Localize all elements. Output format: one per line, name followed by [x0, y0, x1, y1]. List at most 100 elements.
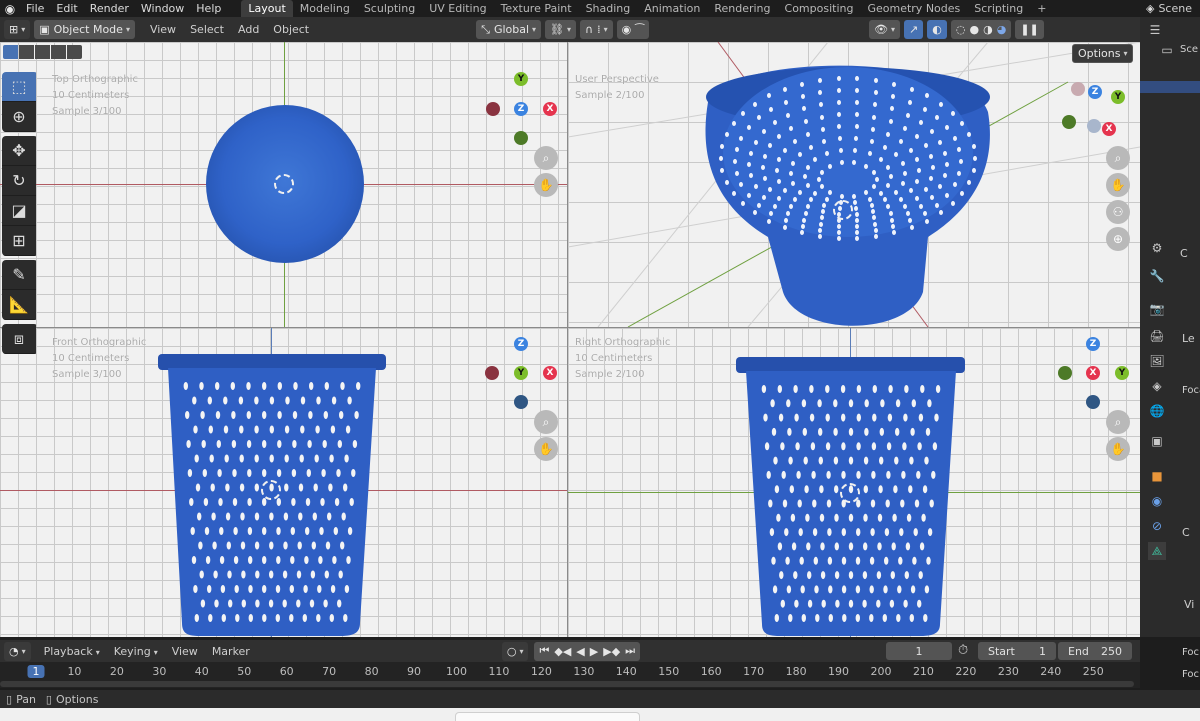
gizmo-neg-y[interactable]: [514, 131, 528, 145]
basket-right-view[interactable]: [568, 328, 1140, 637]
gizmo-neg-y[interactable]: [1058, 366, 1072, 380]
gizmo-neg-y[interactable]: [1062, 115, 1076, 129]
gizmo-z[interactable]: Z: [1088, 85, 1102, 99]
transform-tool-icon[interactable]: ⊞: [2, 226, 36, 256]
measure-tool-icon[interactable]: 📐: [2, 290, 36, 320]
end-frame-field[interactable]: End 250: [1058, 642, 1132, 660]
play-icon[interactable]: ▶: [590, 645, 598, 658]
gizmo-y[interactable]: Y: [1111, 90, 1125, 104]
menu-playback[interactable]: Playback ▾: [37, 645, 107, 658]
pivot-button[interactable]: ⛓ ▾: [545, 20, 577, 39]
gizmo-z[interactable]: Z: [514, 337, 528, 351]
visibility-button[interactable]: 👁 ▾: [869, 20, 901, 39]
tab-modeling[interactable]: Modeling: [293, 0, 357, 17]
tab-animation[interactable]: Animation: [637, 0, 707, 17]
tab-layout[interactable]: Layout: [241, 0, 293, 17]
menu-keying[interactable]: Keying ▾: [107, 645, 165, 658]
current-frame-field[interactable]: 1: [886, 642, 952, 660]
options-button[interactable]: Options ▾: [1072, 44, 1134, 63]
gizmo-neg-x[interactable]: [1071, 82, 1085, 96]
menu-add[interactable]: Add: [231, 23, 266, 36]
menu-window[interactable]: Window: [135, 2, 190, 15]
select-subtract-icon[interactable]: [35, 45, 50, 59]
zoom-icon[interactable]: ⌕: [534, 410, 558, 434]
menu-edit[interactable]: Edit: [50, 2, 83, 15]
tab-geometry-nodes[interactable]: Geometry Nodes: [860, 0, 967, 17]
autokey-button[interactable]: ○ ▾: [501, 641, 529, 661]
collection-properties-icon[interactable]: ▣: [1148, 432, 1166, 450]
tab-texture-paint[interactable]: Texture Paint: [494, 0, 579, 17]
gizmo-y[interactable]: Y: [1115, 366, 1129, 380]
cursor-tool-icon[interactable]: ⊕: [2, 102, 36, 132]
tab-shading[interactable]: Shading: [579, 0, 638, 17]
play-reverse-icon[interactable]: ◀: [576, 645, 584, 658]
view-layer-icon[interactable]: 🖼: [1148, 352, 1166, 370]
gizmo-neg-z[interactable]: [514, 395, 528, 409]
current-frame-marker[interactable]: 1: [27, 665, 45, 678]
timeline-scrollbar[interactable]: [0, 681, 1134, 687]
object-properties-icon[interactable]: ■: [1148, 467, 1166, 485]
zoom-icon[interactable]: ⌕: [534, 146, 558, 170]
menu-file[interactable]: File: [20, 2, 50, 15]
properties-type-icon[interactable]: ⚙: [1148, 239, 1166, 257]
gizmo-x[interactable]: X: [1086, 366, 1100, 380]
orientation-select[interactable]: ⤡ Global ▾: [476, 20, 542, 39]
viewport-front[interactable]: Front Orthographic 10 Centimeters Sample…: [0, 328, 567, 637]
pan-hand-icon[interactable]: ✋: [534, 437, 558, 461]
viewport-divider-horizontal[interactable]: [0, 327, 1140, 328]
viewport-divider-vertical[interactable]: [567, 42, 568, 637]
tab-sculpting[interactable]: Sculpting: [357, 0, 422, 17]
gizmo-x[interactable]: X: [1102, 122, 1116, 136]
select-extend-icon[interactable]: [19, 45, 34, 59]
gizmo-y[interactable]: Y: [514, 72, 528, 86]
jump-end-icon[interactable]: ⏭: [625, 644, 635, 658]
annotate-tool-icon[interactable]: ✎: [2, 260, 36, 290]
scale-tool-icon[interactable]: ◪: [2, 196, 36, 226]
gizmo-x[interactable]: X: [543, 366, 557, 380]
scene-selector[interactable]: ◈ Scene: [1146, 0, 1200, 17]
proportional-button[interactable]: ◉ ⁀: [616, 20, 650, 39]
outliner-selected-row[interactable]: [1140, 81, 1200, 93]
constraints-icon[interactable]: ⊘: [1148, 517, 1166, 535]
gizmo-y[interactable]: Y: [514, 366, 528, 380]
select-invert-icon[interactable]: [51, 45, 66, 59]
gizmo-toggle[interactable]: ↗: [904, 20, 924, 39]
move-tool-icon[interactable]: ✥: [2, 136, 36, 166]
tab-compositing[interactable]: Compositing: [778, 0, 861, 17]
select-new-icon[interactable]: [3, 45, 18, 59]
scene-properties-icon[interactable]: ◈: [1148, 377, 1166, 395]
stopwatch-icon[interactable]: ⏱: [958, 643, 968, 658]
select-box-tool-icon[interactable]: ⬚: [2, 72, 36, 102]
gizmo-neg-x[interactable]: [486, 102, 500, 116]
pan-hand-icon[interactable]: ✋: [534, 173, 558, 197]
output-properties-icon[interactable]: 🖨: [1148, 327, 1166, 345]
menu-timeline-view[interactable]: View: [165, 645, 205, 658]
add-workspace-icon[interactable]: +: [1030, 0, 1053, 17]
tab-rendering[interactable]: Rendering: [707, 0, 777, 17]
viewport-right[interactable]: Right Orthographic 10 Centimeters Sample…: [568, 328, 1140, 637]
menu-help[interactable]: Help: [190, 2, 227, 15]
outliner-type-icon[interactable]: ☰: [1146, 21, 1164, 39]
basket-front-view[interactable]: [0, 328, 567, 637]
zoom-icon[interactable]: ⌕: [1106, 410, 1130, 434]
tab-scripting[interactable]: Scripting: [967, 0, 1030, 17]
gizmo-x[interactable]: X: [543, 102, 557, 116]
perspective-toggle-icon[interactable]: ⊕: [1106, 227, 1130, 251]
prev-keyframe-icon[interactable]: ◆◀: [554, 645, 571, 658]
jump-start-icon[interactable]: ⏮: [539, 644, 549, 658]
add-cube-tool-icon[interactable]: ⧈: [2, 324, 36, 354]
pause-button[interactable]: ❚❚: [1015, 20, 1044, 39]
select-intersect-icon[interactable]: [67, 45, 82, 59]
overlay-toggle[interactable]: ◐: [927, 20, 947, 39]
shading-modes[interactable]: ◌ ● ◑ ◕: [950, 20, 1012, 39]
gizmo-neg-x[interactable]: [485, 366, 499, 380]
data-properties-icon[interactable]: ⟁: [1148, 542, 1166, 560]
editor-type-button[interactable]: ⊞ ▾: [4, 20, 31, 39]
gizmo-neg-z[interactable]: [1087, 119, 1101, 133]
physics-properties-icon[interactable]: ◉: [1148, 492, 1166, 510]
tab-uv-editing[interactable]: UV Editing: [422, 0, 493, 17]
gizmo-neg-z[interactable]: [1086, 395, 1100, 409]
gizmo-z[interactable]: Z: [514, 102, 528, 116]
world-properties-icon[interactable]: 🌐: [1148, 402, 1166, 420]
rotate-tool-icon[interactable]: ↻: [2, 166, 36, 196]
